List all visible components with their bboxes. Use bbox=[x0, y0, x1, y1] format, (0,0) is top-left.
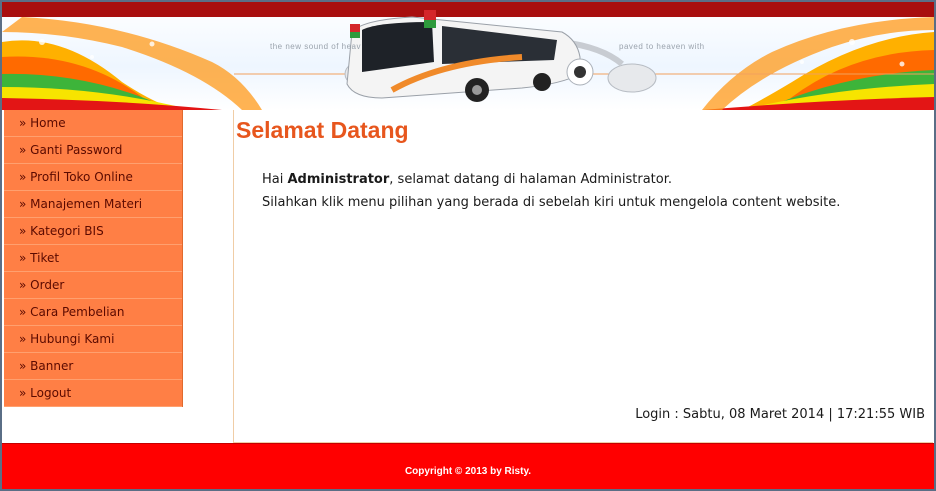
sidebar-item-hubungi-kami[interactable]: » Hubungi Kami bbox=[4, 326, 182, 353]
greeting-suffix: , selamat datang di halaman Administrato… bbox=[389, 172, 672, 187]
sidebar-menu: » Home » Ganti Password » Profil Toko On… bbox=[4, 110, 183, 407]
banner-tagline-left: the new sound of heav bbox=[270, 42, 362, 51]
user-name: Administrator bbox=[287, 172, 390, 187]
footer: Copyright © 2013 by Risty. bbox=[2, 443, 934, 489]
footer-copyright: Copyright © 2013 by Risty. bbox=[404, 466, 532, 477]
sidebar-item-logout[interactable]: » Logout bbox=[4, 380, 182, 407]
sidebar-item-cara-pembelian[interactable]: » Cara Pembelian bbox=[4, 299, 182, 326]
banner-artwork bbox=[2, 10, 934, 110]
sidebar-item-banner[interactable]: » Banner bbox=[4, 353, 182, 380]
greeting-line: Hai Administrator, selamat datang di hal… bbox=[262, 168, 840, 191]
welcome-message: Hai Administrator, selamat datang di hal… bbox=[262, 168, 840, 214]
instruction-line: Silahkan klik menu pilihan yang berada d… bbox=[262, 195, 841, 210]
sidebar-item-order[interactable]: » Order bbox=[4, 272, 182, 299]
sidebar-item-tiket[interactable]: » Tiket bbox=[4, 245, 182, 272]
page-frame: the new sound of heav paved to heaven wi… bbox=[0, 0, 936, 491]
banner-tagline-right: paved to heaven with bbox=[619, 42, 705, 51]
main-content: Selamat Datang Hai Administrator, selama… bbox=[233, 110, 933, 443]
header-banner: the new sound of heav paved to heaven wi… bbox=[2, 2, 934, 110]
sidebar-item-home[interactable]: » Home bbox=[4, 110, 182, 137]
sidebar-item-ganti-password[interactable]: » Ganti Password bbox=[4, 137, 182, 164]
sidebar-item-profil-toko-online[interactable]: » Profil Toko Online bbox=[4, 164, 182, 191]
sidebar-item-manajemen-materi[interactable]: » Manajemen Materi bbox=[4, 191, 182, 218]
page-title: Selamat Datang bbox=[236, 117, 409, 143]
sidebar-item-kategori-bis[interactable]: » Kategori BIS bbox=[4, 218, 182, 245]
greeting-prefix: Hai bbox=[262, 172, 288, 187]
login-info: Login : Sabtu, 08 Maret 2014 | 17:21:55 … bbox=[635, 407, 925, 422]
